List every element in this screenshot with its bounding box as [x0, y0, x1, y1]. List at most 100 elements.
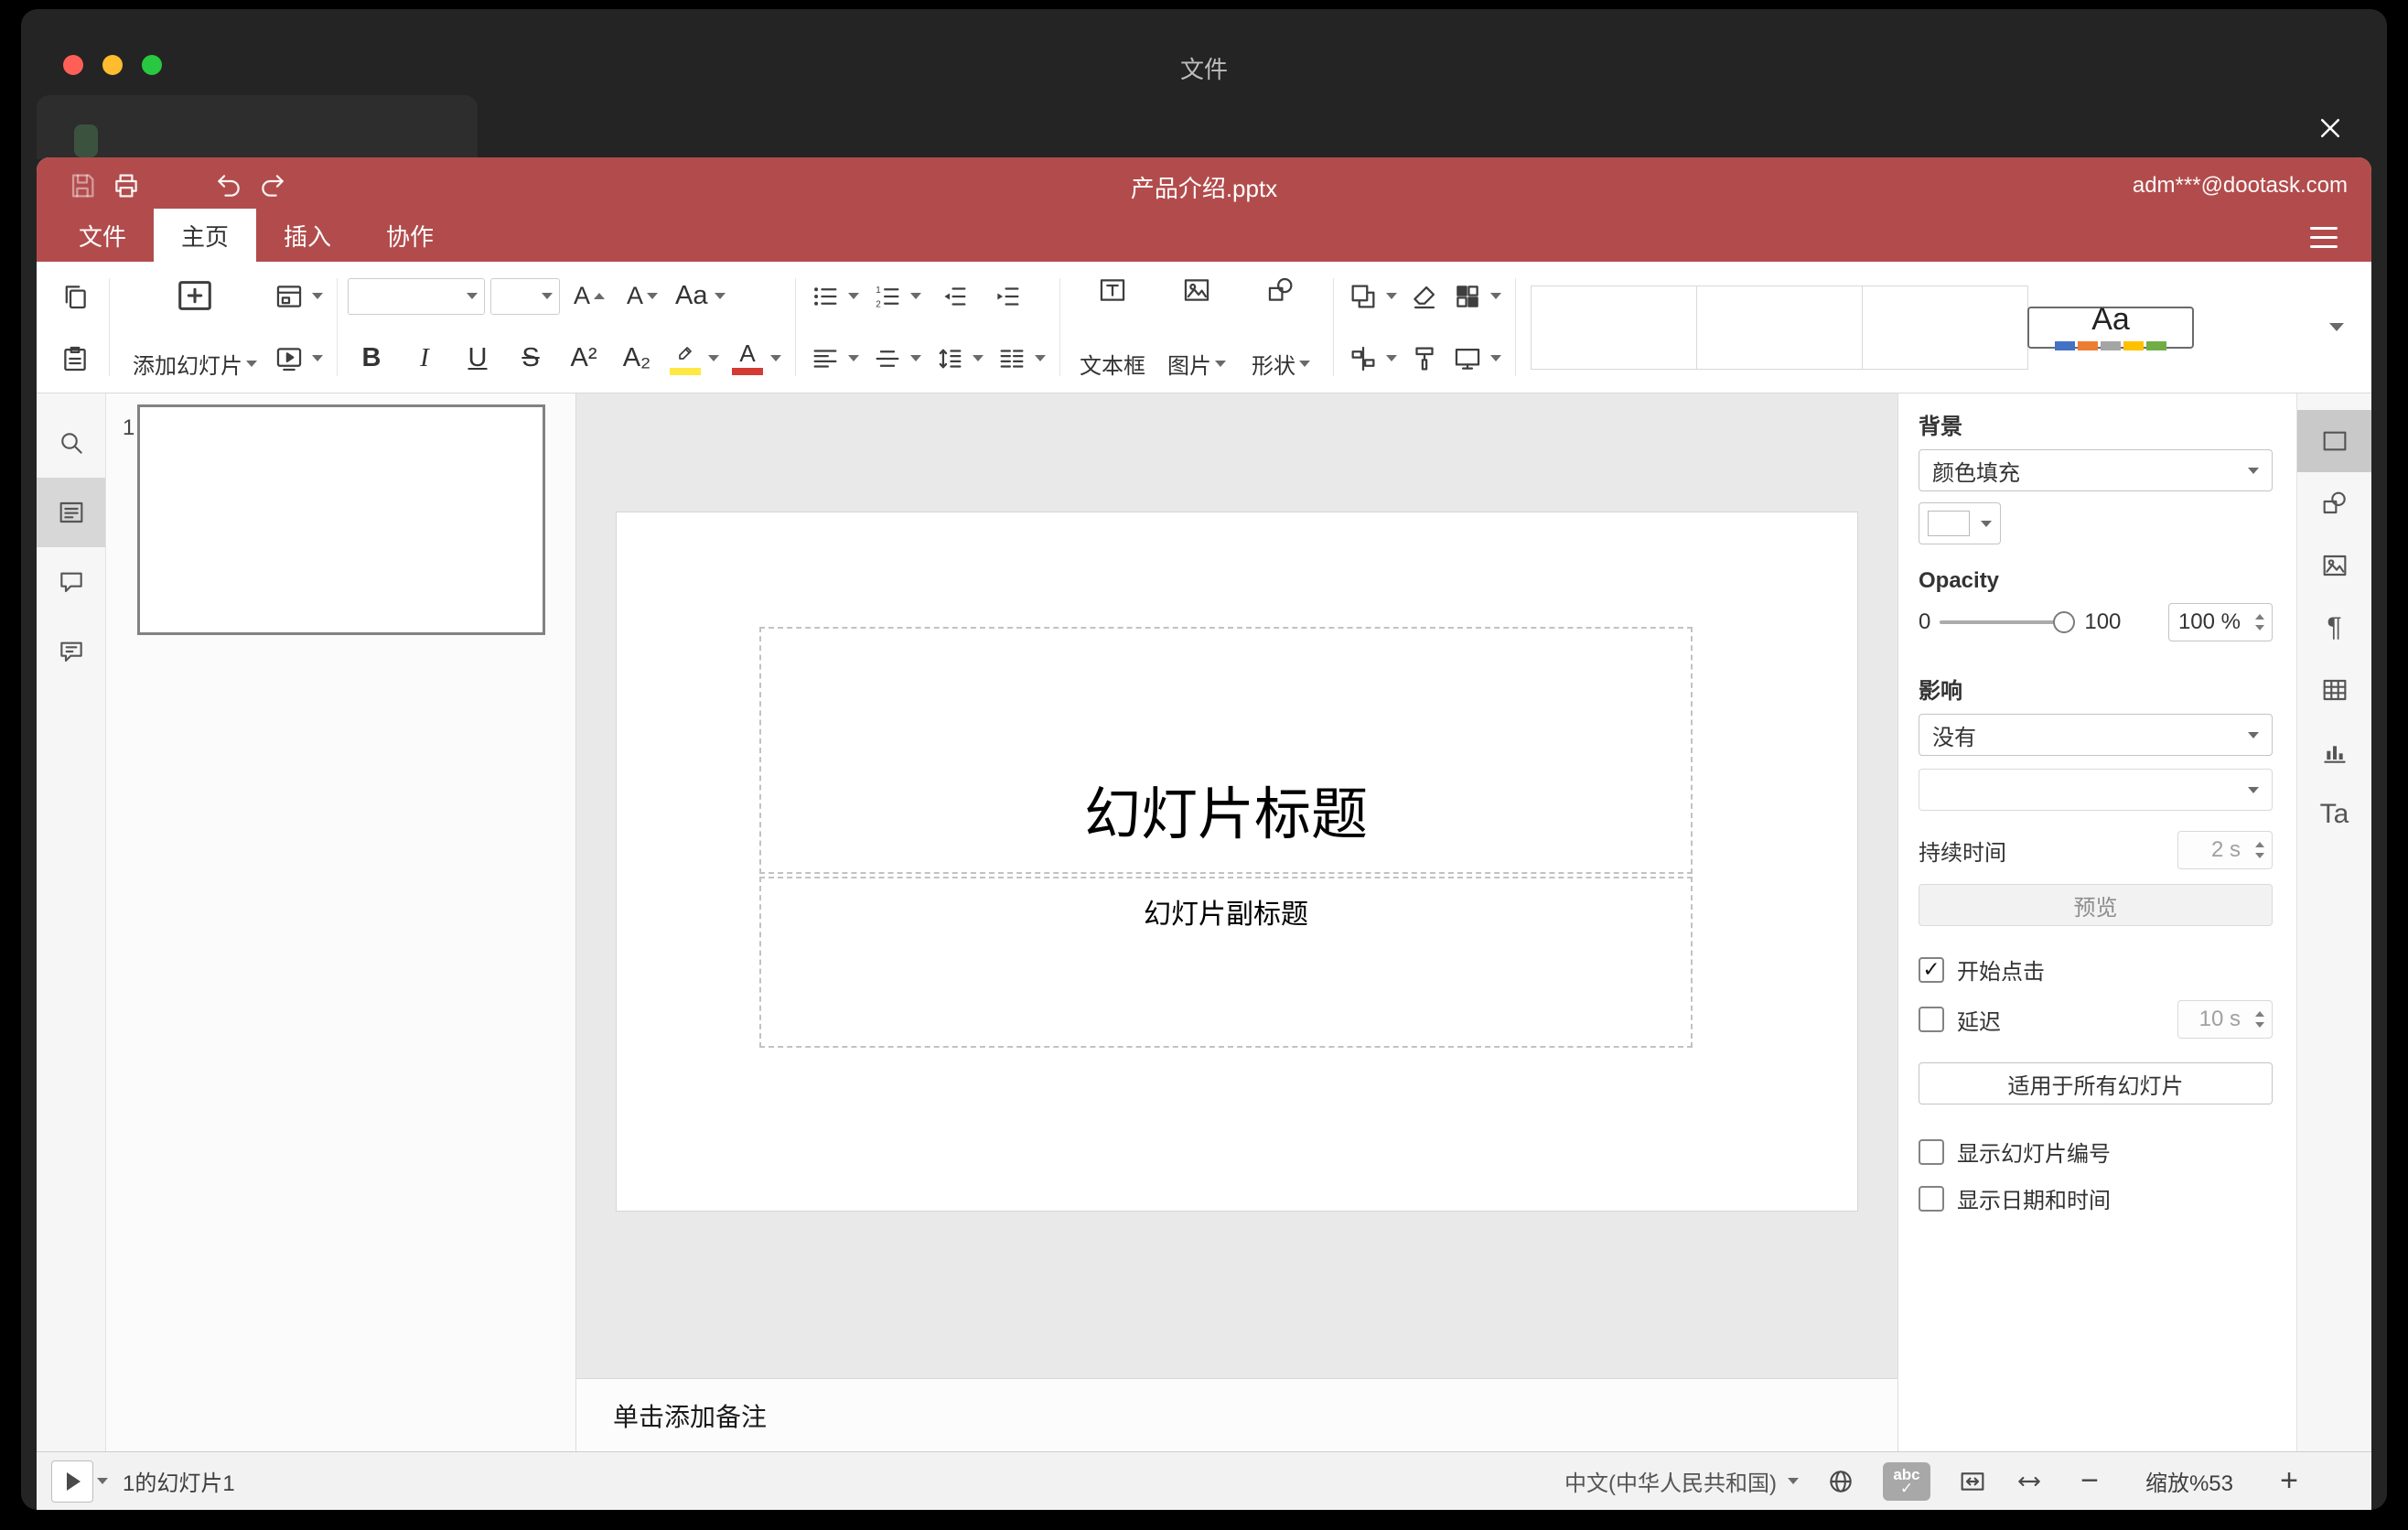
- save-button[interactable]: [60, 166, 104, 206]
- background-fill-select[interactable]: 颜色填充: [1919, 449, 2273, 491]
- subtitle-placeholder[interactable]: 幻灯片副标题: [759, 877, 1693, 1048]
- change-case-button[interactable]: Aa: [672, 271, 729, 322]
- opacity-input[interactable]: 100 %: [2167, 603, 2273, 641]
- slide[interactable]: 幻灯片标题 幻灯片副标题: [617, 512, 1857, 1211]
- duration-input[interactable]: 2 s: [2177, 831, 2273, 869]
- theme-option-2[interactable]: [1696, 285, 1863, 370]
- slide-settings-tab[interactable]: [2297, 410, 2371, 472]
- theme-option-selected[interactable]: Aa: [2027, 304, 2194, 350]
- add-slide-button[interactable]: 添加幻灯片: [120, 267, 270, 387]
- tab-insert[interactable]: 插入: [256, 209, 359, 262]
- delay-checkbox[interactable]: [1919, 1007, 1944, 1032]
- decrease-indent-button[interactable]: [930, 271, 978, 322]
- slide-title-text: 幻灯片标题: [1083, 783, 1368, 846]
- theme-option-1[interactable]: [1531, 285, 1697, 370]
- paste-button[interactable]: [51, 333, 99, 384]
- table-settings-tab[interactable]: [2297, 659, 2371, 721]
- theme-option-3[interactable]: [1862, 285, 2028, 370]
- font-color-button[interactable]: A: [728, 333, 785, 384]
- background-color-select[interactable]: [1919, 502, 2001, 544]
- start-slideshow-status-button[interactable]: [51, 1460, 93, 1503]
- subscript-button[interactable]: A₂: [613, 333, 661, 384]
- title-placeholder[interactable]: 幻灯片标题: [759, 627, 1693, 874]
- vertical-align-button[interactable]: [868, 333, 925, 384]
- decrease-font-size-button[interactable]: A: [618, 271, 666, 322]
- underline-button[interactable]: U: [454, 333, 501, 384]
- paragraph-settings-tab[interactable]: ¶: [2297, 597, 2371, 659]
- align-shape-button[interactable]: [1344, 333, 1401, 384]
- language-select[interactable]: 中文(中华人民共和国): [1564, 1465, 1799, 1497]
- preview-button[interactable]: 预览: [1919, 884, 2273, 926]
- spellcheck-toggle[interactable]: abc ✓: [1883, 1461, 1930, 1501]
- text-box-button[interactable]: 文本框: [1070, 267, 1155, 387]
- insert-image-button[interactable]: 图片: [1155, 267, 1239, 387]
- zoom-out-button[interactable]: −: [2071, 1463, 2108, 1499]
- theme-gallery: Aa: [1531, 285, 2194, 370]
- increase-font-size-button[interactable]: A: [565, 271, 613, 322]
- close-editor-button[interactable]: [2305, 102, 2356, 154]
- spinner-arrows-icon[interactable]: [2248, 832, 2272, 868]
- sidebar-feedback-button[interactable]: [37, 617, 105, 686]
- slide-canvas[interactable]: 幻灯片标题 幻灯片副标题: [576, 393, 1897, 1378]
- font-name-select[interactable]: [348, 277, 485, 315]
- apply-to-all-slides-button[interactable]: 适用于所有幻灯片: [1919, 1062, 2273, 1104]
- italic-button[interactable]: I: [401, 333, 448, 384]
- document-language-button[interactable]: [1826, 1467, 1855, 1496]
- effect-type-select[interactable]: [1919, 769, 2273, 811]
- show-slide-number-checkbox[interactable]: [1919, 1138, 1944, 1165]
- insert-shape-button[interactable]: 形状: [1239, 267, 1323, 387]
- slide-thumbnail[interactable]: [137, 404, 545, 635]
- shape-settings-tab[interactable]: [2297, 472, 2371, 534]
- redo-button[interactable]: [251, 166, 295, 206]
- start-on-click-checkbox[interactable]: ✓: [1919, 956, 1944, 983]
- color-scheme-button[interactable]: [1448, 271, 1505, 322]
- notes-area[interactable]: 单击添加备注: [576, 1378, 1897, 1451]
- bold-button[interactable]: B: [348, 333, 395, 384]
- font-size-select[interactable]: [490, 277, 560, 315]
- theme-gallery-expand-button[interactable]: [2311, 286, 2359, 370]
- spinner-arrows-icon[interactable]: [2248, 604, 2272, 641]
- highlight-color-button[interactable]: [666, 333, 723, 384]
- strikethrough-button[interactable]: S: [507, 333, 554, 384]
- insert-columns-button[interactable]: [993, 333, 1049, 384]
- clear-style-button[interactable]: [1401, 271, 1448, 322]
- chevron-down-icon: [848, 355, 859, 361]
- spinner-arrows-icon[interactable]: [2248, 1001, 2272, 1038]
- slide-size-button[interactable]: [1448, 333, 1505, 384]
- undo-button[interactable]: [207, 166, 251, 206]
- eraser-icon: [1409, 281, 1440, 312]
- superscript-button[interactable]: A²: [560, 333, 607, 384]
- fit-slide-button[interactable]: [1958, 1467, 1987, 1496]
- sidebar-slides-button[interactable]: [37, 478, 105, 547]
- menu-button[interactable]: [2304, 221, 2344, 253]
- chart-settings-tab[interactable]: [2297, 721, 2371, 783]
- chevron-down-icon[interactable]: [97, 1478, 108, 1484]
- increase-indent-button[interactable]: [984, 271, 1031, 322]
- opacity-slider[interactable]: [1940, 611, 2076, 633]
- show-datetime-checkbox[interactable]: [1919, 1185, 1944, 1212]
- chevron-down-icon: [312, 355, 323, 361]
- copy-button[interactable]: [51, 271, 99, 322]
- opacity-slider-knob[interactable]: [2053, 611, 2076, 633]
- tab-file[interactable]: 文件: [51, 209, 154, 262]
- numbered-list-button[interactable]: 12: [868, 271, 925, 322]
- horizontal-align-button[interactable]: [806, 333, 863, 384]
- slide-layout-button[interactable]: [270, 271, 327, 322]
- effect-select[interactable]: 没有: [1919, 714, 2273, 756]
- copy-style-button[interactable]: [1401, 333, 1448, 384]
- zoom-in-button[interactable]: +: [2271, 1463, 2307, 1499]
- arrange-shape-button[interactable]: [1344, 271, 1401, 322]
- tab-collaboration[interactable]: 协作: [359, 209, 461, 262]
- delay-input[interactable]: 10 s: [2177, 1000, 2273, 1039]
- sidebar-comments-button[interactable]: [37, 547, 105, 617]
- image-settings-tab[interactable]: [2297, 534, 2371, 597]
- bullet-list-button[interactable]: [806, 271, 863, 322]
- line-spacing-button[interactable]: [930, 333, 987, 384]
- highlighter-icon: [670, 341, 701, 375]
- print-button[interactable]: [104, 166, 148, 206]
- text-art-settings-tab[interactable]: Ta: [2297, 783, 2371, 846]
- fit-width-button[interactable]: [2015, 1467, 2044, 1496]
- sidebar-search-button[interactable]: [37, 408, 105, 478]
- start-slideshow-toolbar-button[interactable]: [270, 333, 327, 384]
- tab-home[interactable]: 主页: [154, 209, 257, 262]
